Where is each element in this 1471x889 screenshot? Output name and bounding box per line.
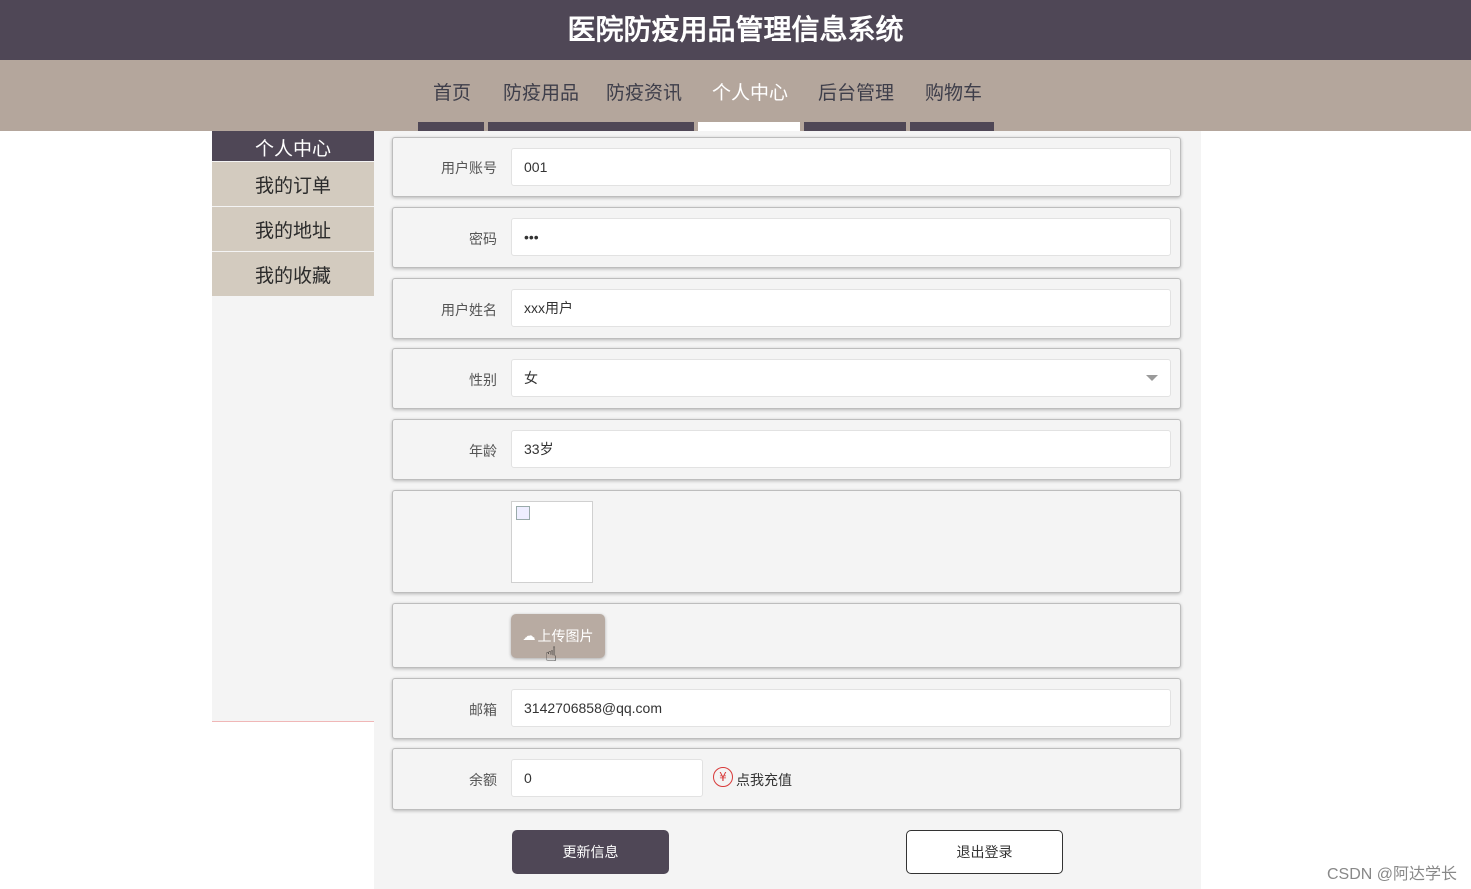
age-label: 年龄 [469,444,497,460]
form-row-upload: ☁ 上传图片 ☝ [392,603,1181,668]
form-row-balance: 余额 0 ¥ 点我充值 [392,748,1181,810]
gender-select[interactable]: 女 [511,359,1171,397]
balance-label: 余额 [469,773,497,789]
nav-cart-underline [910,122,994,131]
yen-icon: ¥ [713,767,733,787]
email-input[interactable]: 3142706858@qq.com [511,689,1171,727]
chevron-down-icon [1146,375,1158,381]
sidebar: 个人中心 我的订单 我的地址 我的收藏 [212,131,374,722]
cloud-upload-icon: ☁ [522,628,536,644]
password-input[interactable]: ••• [511,218,1171,256]
sidebar-item-personal-center[interactable]: 个人中心 [212,131,374,161]
nav-admin-underline [804,122,906,131]
nav-supplies[interactable]: 防疫用品 [503,78,579,105]
nav-supplies-underline [488,122,694,131]
email-label: 邮箱 [469,703,497,719]
app-header: 医院防疫用品管理信息系统 [0,0,1471,60]
csdn-watermark: CSDN @阿达学长 [1326,866,1457,883]
recharge-link[interactable]: 点我充值 [736,770,792,790]
form-row-avatar [392,490,1181,593]
password-label: 密码 [469,232,497,248]
nav-admin[interactable]: 后台管理 [818,78,894,105]
nav-news[interactable]: 防疫资讯 [606,78,682,105]
form-row-gender: 性别 女 [392,348,1181,409]
name-input[interactable]: xxx用户 [511,289,1171,327]
balance-input[interactable]: 0 [511,759,703,797]
form-row-name: 用户姓名 xxx用户 [392,278,1181,339]
form-row-email: 邮箱 3142706858@qq.com [392,678,1181,739]
main-nav: 首页 防疫用品 防疫资讯 个人中心 后台管理 购物车 [0,60,1471,131]
sidebar-item-orders[interactable]: 我的订单 [212,162,374,206]
account-label: 用户账号 [441,161,497,177]
nav-home[interactable]: 首页 [433,78,471,105]
gender-value: 女 [524,370,538,386]
sidebar-item-address[interactable]: 我的地址 [212,207,374,251]
nav-home-underline [418,122,484,131]
nav-active-underline [698,122,800,131]
nav-personal-center[interactable]: 个人中心 [712,78,788,105]
avatar-image [511,501,593,583]
gender-label: 性别 [469,373,497,389]
form-row-age: 年龄 33岁 [392,419,1181,480]
nav-cart[interactable]: 购物车 [925,78,982,105]
broken-image-icon [516,506,530,520]
app-title: 医院防疫用品管理信息系统 [567,13,904,46]
account-input[interactable]: 001 [511,148,1171,186]
upload-image-button[interactable]: ☁ 上传图片 [511,614,605,658]
logout-button[interactable]: 退出登录 [906,830,1063,874]
form-row-account: 用户账号 001 [392,137,1181,197]
form-row-password: 密码 ••• [392,207,1181,268]
sidebar-item-favorites[interactable]: 我的收藏 [212,252,374,296]
hand-cursor-icon: ☝ [545,642,558,666]
age-input[interactable]: 33岁 [511,430,1171,468]
name-label: 用户姓名 [441,303,497,319]
update-info-button[interactable]: 更新信息 [512,830,669,874]
